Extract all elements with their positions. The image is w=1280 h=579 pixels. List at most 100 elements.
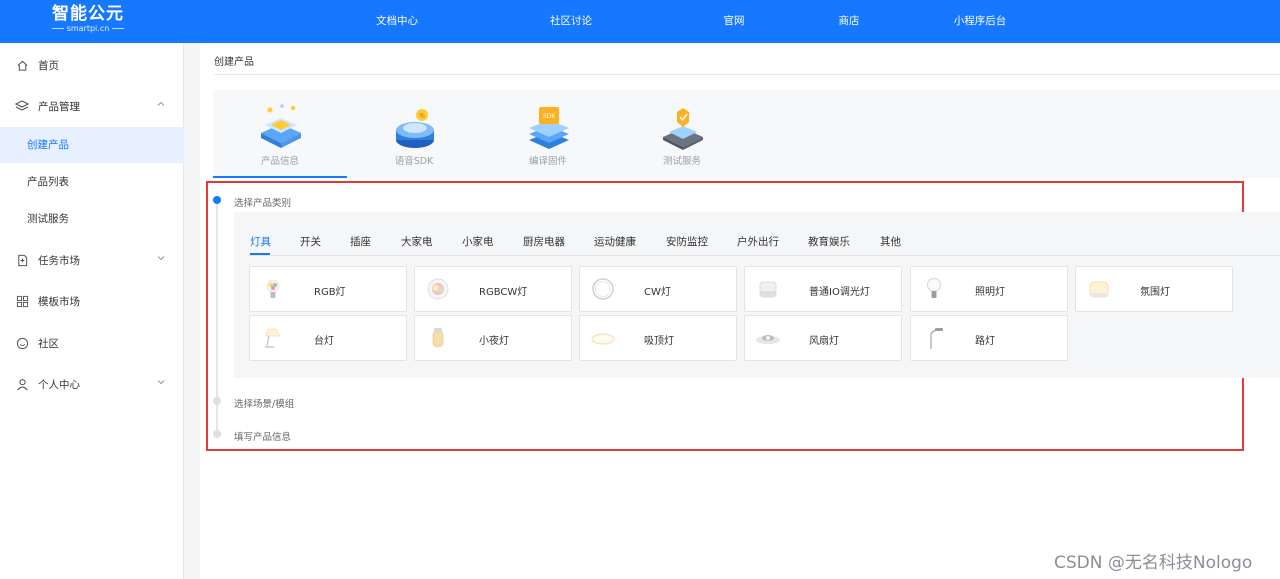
category-tab-switch[interactable]: 开关 — [300, 234, 321, 249]
timeline-dot-active — [213, 196, 221, 204]
category-tabs-divider — [249, 255, 1280, 256]
round-color-light-icon — [427, 278, 449, 300]
sidebar-gutter — [184, 43, 200, 579]
flow-step-fill-info: 填写产品信息 — [234, 432, 292, 443]
night-light-icon — [432, 328, 444, 348]
nav-official-site[interactable]: 官网 — [724, 0, 745, 43]
category-tab-outdoor[interactable]: 户外出行 — [737, 234, 779, 249]
task-icon — [15, 253, 29, 267]
product-name: 氛围灯 — [1140, 287, 1170, 298]
timeline-dot — [213, 430, 221, 438]
user-icon — [15, 377, 29, 391]
grid-icon — [15, 294, 29, 308]
nav-community-discussion[interactable]: 社区讨论 — [550, 0, 592, 43]
step-label: 语音SDK — [394, 156, 434, 167]
category-tab-lighting[interactable]: 灯具 — [250, 234, 271, 249]
step-product-info[interactable]: 产品信息 — [213, 90, 347, 178]
product-name: RGB灯 — [314, 287, 346, 298]
category-tab-small-appliance[interactable]: 小家电 — [462, 234, 494, 249]
timeline-dot — [213, 397, 221, 405]
logo-brand: 智能公元 — [52, 4, 124, 24]
product-card-ambient-light[interactable]: 氛围灯 — [1075, 266, 1233, 312]
sidebar: 首页 产品管理 创建产品 产品列表 测试服务 任务市场 模板市场 社区 个人中心 — [0, 43, 184, 579]
dimmer-box-icon — [759, 281, 777, 298]
compile-firmware-icon: SDK — [529, 107, 569, 149]
step-compile-firmware[interactable]: SDK 编译固件 — [481, 90, 615, 178]
product-card-rgbcw-light[interactable]: RGBCW灯 — [414, 266, 572, 312]
creation-steps: 产品信息 % 语音SDK SDK 编译固件 测试服务 — [213, 90, 1280, 178]
product-name: RGBCW灯 — [479, 287, 528, 298]
test-service-icon — [663, 108, 703, 150]
voice-sdk-icon: % — [396, 109, 434, 148]
category-tab-socket[interactable]: 插座 — [350, 234, 371, 249]
sidebar-subitem-test-service[interactable]: 测试服务 — [0, 201, 184, 237]
category-tab-security[interactable]: 安防监控 — [666, 234, 708, 249]
smartpi-logo[interactable]: 智能公元 smartpi.cn — [46, 4, 130, 38]
fan-light-icon — [756, 335, 780, 344]
step-label: 编译固件 — [528, 156, 567, 167]
layers-icon — [15, 99, 29, 113]
product-name: 小夜灯 — [479, 336, 509, 347]
nav-store[interactable]: 商店 — [839, 0, 860, 43]
product-card-night-light[interactable]: 小夜灯 — [414, 315, 572, 361]
sidebar-subitem-create-product[interactable]: 创建产品 — [0, 127, 184, 163]
product-name: CW灯 — [644, 287, 671, 298]
flow-step-select-module: 选择场景/模组 — [234, 399, 295, 410]
product-name: 风扇灯 — [809, 336, 839, 347]
product-name: 普通IO调光灯 — [809, 287, 870, 298]
sidebar-item-label: 任务市场 — [38, 254, 80, 267]
page-title: 创建产品 — [214, 57, 254, 68]
smile-icon — [15, 336, 29, 350]
product-card-cw-light[interactable]: CW灯 — [579, 266, 737, 312]
svg-text:%: % — [419, 113, 425, 120]
divider — [214, 74, 1280, 75]
product-card-lighting-bulb[interactable]: 照明灯 — [910, 266, 1068, 312]
sidebar-item-label: 社区 — [38, 337, 59, 350]
product-name: 照明灯 — [975, 287, 1005, 298]
product-card-io-dimmer-light[interactable]: 普通IO调光灯 — [744, 266, 902, 312]
category-tab-sports-health[interactable]: 运动健康 — [594, 234, 636, 249]
step-voice-sdk[interactable]: % 语音SDK — [347, 90, 481, 178]
sidebar-item-task-market[interactable]: 任务市场 — [0, 240, 184, 280]
ring-light-icon — [592, 278, 614, 300]
sidebar-item-community[interactable]: 社区 — [0, 323, 184, 363]
desk-lamp-icon — [265, 328, 281, 348]
ambient-lamp-icon — [1089, 281, 1109, 298]
step-label: 测试服务 — [662, 156, 701, 167]
product-name: 台灯 — [314, 336, 334, 347]
product-name: 路灯 — [975, 336, 995, 347]
street-light-icon — [930, 328, 943, 349]
flow-step-select-category: 选择产品类别 — [234, 198, 292, 209]
sidebar-item-template-market[interactable]: 模板市场 — [0, 281, 184, 321]
product-name: 吸顶灯 — [644, 336, 674, 347]
bulb-icon — [927, 278, 941, 298]
home-icon — [15, 58, 29, 72]
svg-text:SDK: SDK — [543, 113, 556, 120]
sidebar-item-product-management[interactable]: 产品管理 — [0, 86, 184, 126]
sidebar-item-home[interactable]: 首页 — [0, 45, 184, 85]
active-tab-indicator — [250, 253, 270, 255]
category-tab-other[interactable]: 其他 — [880, 234, 901, 249]
category-tab-kitchen[interactable]: 厨房电器 — [523, 234, 565, 249]
product-card-rgb-light[interactable]: RGB灯 — [249, 266, 407, 312]
category-tab-major-appliance[interactable]: 大家电 — [401, 234, 433, 249]
logo-domain: smartpi.cn — [46, 24, 130, 34]
sidebar-item-label: 个人中心 — [38, 378, 80, 391]
product-card-desk-lamp[interactable]: 台灯 — [249, 315, 407, 361]
step-test-service[interactable]: 测试服务 — [615, 90, 749, 178]
product-card-street-light[interactable]: 路灯 — [910, 315, 1068, 361]
sidebar-subitem-product-list[interactable]: 产品列表 — [0, 164, 184, 200]
product-card-ceiling-light[interactable]: 吸顶灯 — [579, 315, 737, 361]
category-tab-education[interactable]: 教育娱乐 — [808, 234, 850, 249]
nav-docs[interactable]: 文档中心 — [376, 0, 418, 43]
sidebar-item-label: 首页 — [38, 59, 59, 72]
chevron-up-icon — [156, 99, 168, 111]
product-card-fan-light[interactable]: 风扇灯 — [744, 315, 902, 361]
ceiling-light-icon — [591, 333, 615, 345]
top-navigation-bar: 智能公元 smartpi.cn 文档中心 社区讨论 官网 商店 小程序后台 — [0, 0, 1280, 43]
sidebar-item-label: 模板市场 — [38, 295, 80, 308]
nav-miniprogram-admin[interactable]: 小程序后台 — [954, 0, 1007, 43]
csdn-watermark: CSDN @无名科技Nologo — [1054, 553, 1253, 573]
step-label: 产品信息 — [260, 156, 299, 167]
sidebar-item-personal-center[interactable]: 个人中心 — [0, 364, 184, 404]
